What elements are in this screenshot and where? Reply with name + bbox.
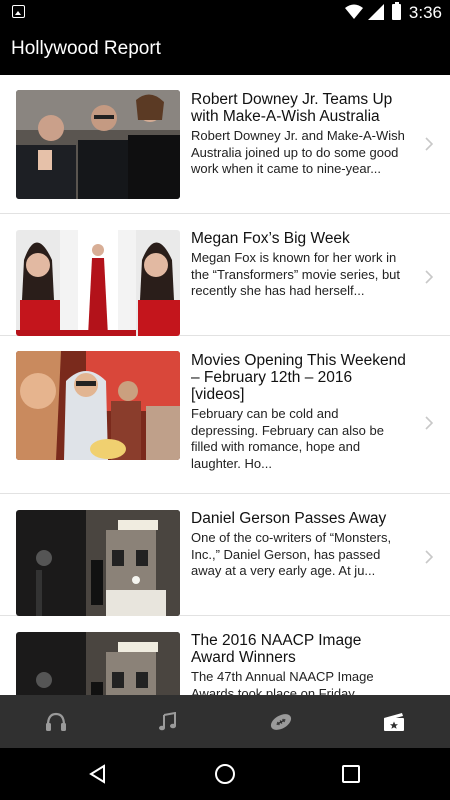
recents-button[interactable] [321, 748, 381, 800]
wifi-icon [345, 4, 363, 19]
clock: 3:36 [408, 3, 442, 22]
article-thumbnail [16, 230, 180, 336]
app-bar: Hollywood Report [0, 25, 450, 75]
article-thumbnail [16, 510, 180, 616]
article-title: Robert Downey Jr. Teams Up with Make-A-W… [191, 91, 393, 125]
music-note-icon [159, 711, 176, 730]
tab-podcasts[interactable] [0, 695, 112, 748]
home-button[interactable] [195, 748, 255, 800]
recents-icon [342, 765, 360, 783]
back-icon [89, 764, 105, 784]
article-item[interactable]: Daniel Gerson Passes Away One of the co-… [0, 494, 450, 616]
article-item[interactable]: Megan Fox’s Big Week Megan Fox is known … [0, 214, 450, 336]
article-title: Movies Opening This Weekend – February 1… [191, 352, 406, 403]
app-title: Hollywood Report [11, 38, 161, 59]
article-title: Daniel Gerson Passes Away [191, 510, 387, 527]
article-summary: The 47th Annual NAACP Image Awards took … [191, 669, 374, 695]
signal-icon [368, 4, 384, 20]
article-list[interactable]: Robert Downey Jr. Teams Up with Make-A-W… [0, 75, 450, 695]
article-thumbnail [16, 632, 180, 695]
article-title: The 2016 NAACP Image Award Winners [191, 632, 362, 666]
tab-movies[interactable] [338, 695, 450, 748]
system-nav-bar [0, 748, 450, 800]
tab-sports[interactable] [225, 695, 337, 748]
article-summary: Megan Fox is known for her work in the “… [191, 250, 401, 298]
football-icon [270, 713, 292, 730]
chevron-right-icon [425, 137, 433, 151]
chevron-right-icon [425, 550, 433, 564]
article-title: Megan Fox’s Big Week [191, 230, 350, 247]
gallery-notification-icon [12, 5, 25, 18]
back-button[interactable] [68, 748, 128, 800]
article-summary: Robert Downey Jr. and Make-A-Wish Austra… [191, 128, 405, 176]
article-thumbnail [16, 351, 180, 460]
article-summary: One of the co-writers of “Monsters, Inc.… [191, 530, 392, 578]
chevron-right-icon [425, 416, 433, 430]
movie-ticket-icon [384, 712, 404, 731]
article-item[interactable]: The 2016 NAACP Image Award Winners The 4… [0, 616, 450, 695]
article-thumbnail [16, 90, 180, 199]
article-summary: February can be cold and depressing. Feb… [191, 406, 384, 471]
battery-icon [392, 2, 401, 20]
home-icon [215, 764, 235, 784]
headphones-icon [46, 712, 66, 731]
chevron-right-icon [425, 270, 433, 284]
article-item[interactable]: Robert Downey Jr. Teams Up with Make-A-W… [0, 75, 450, 214]
status-bar: 3:36 [0, 0, 450, 25]
article-item[interactable]: Movies Opening This Weekend – February 1… [0, 336, 450, 494]
bottom-tab-bar [0, 695, 450, 748]
tab-music[interactable] [112, 695, 224, 748]
